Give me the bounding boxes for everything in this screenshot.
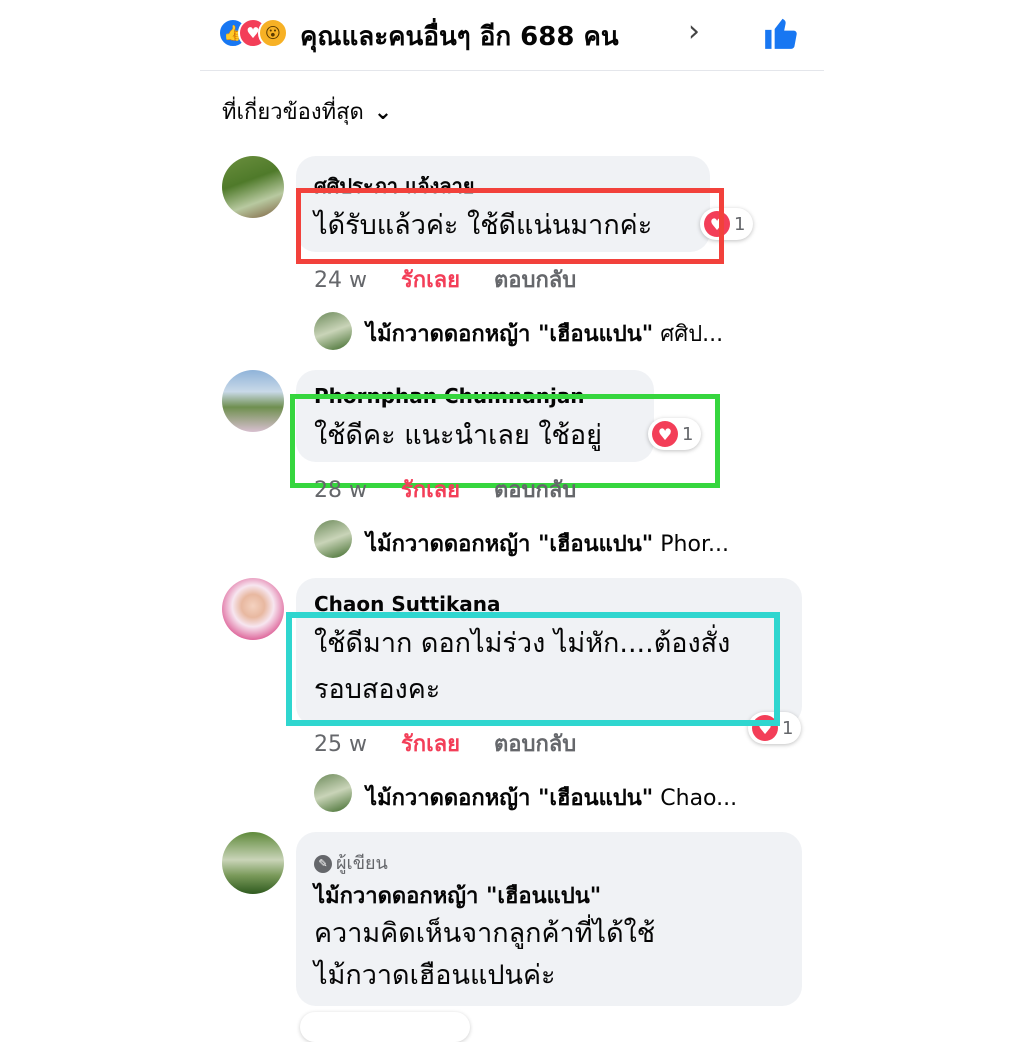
comment-actions: 25 w รักเลย ตอบกลับ bbox=[314, 726, 610, 761]
comment-text: ความคิดเห็นจากลูกค้าที่ได้ใช้ bbox=[314, 918, 656, 949]
avatar[interactable] bbox=[222, 578, 284, 640]
reply-preview[interactable]: ไม้กวาดดอกหญ้า "เฮือนแปน" Phor... bbox=[366, 526, 729, 561]
comments-panel: 👍 ♥ 😮 คุณและคนอื่นๆ อีก 688 คน › ที่เกี่… bbox=[200, 0, 824, 1042]
wow-icon: 😮 bbox=[258, 18, 288, 48]
comment-bubble: ✎ ผู้เขียน ไม้กวาดดอกหญ้า "เฮือนแปน" ความ… bbox=[296, 832, 802, 1006]
comment-text: ไม้กวาดเฮือนแปนค่ะ bbox=[314, 960, 556, 991]
reply-snippet: ศศิป... bbox=[653, 322, 724, 347]
reply-avatar[interactable] bbox=[314, 774, 352, 812]
avatar[interactable] bbox=[222, 832, 284, 894]
reply-author: ไม้กวาดดอกหญ้า "เฮือนแปน" bbox=[366, 532, 654, 557]
reply-button[interactable]: ตอบกลับ bbox=[494, 472, 576, 507]
chevron-down-icon: ⌄ bbox=[373, 100, 393, 125]
reply-preview[interactable]: ไม้กวาดดอกหญ้า "เฮือนแปน" Chao... bbox=[366, 780, 737, 815]
comment-actions: 24 w รักเลย ตอบกลับ bbox=[314, 262, 610, 297]
comment-actions: 28 w รักเลย ตอบกลับ bbox=[314, 472, 610, 507]
comment-time: 28 w bbox=[314, 478, 367, 503]
reactions-header[interactable]: 👍 ♥ 😮 คุณและคนอื่นๆ อีก 688 คน › bbox=[200, 0, 824, 71]
highlight-box-cyan bbox=[286, 612, 780, 726]
thumbs-up-icon[interactable] bbox=[762, 14, 800, 52]
love-button[interactable]: รักเลย bbox=[401, 726, 460, 761]
love-button[interactable]: รักเลย bbox=[401, 262, 460, 297]
author-badge-label: ผู้เขียน bbox=[336, 853, 388, 874]
reaction-count: 1 bbox=[734, 213, 746, 235]
avatar[interactable] bbox=[222, 156, 284, 218]
comment-time: 24 w bbox=[314, 268, 367, 293]
pencil-icon: ✎ bbox=[314, 855, 332, 873]
reaction-count-badge[interactable] bbox=[300, 1012, 470, 1042]
comment-time: 25 w bbox=[314, 732, 367, 757]
reply-button[interactable]: ตอบกลับ bbox=[494, 726, 576, 761]
reply-button[interactable]: ตอบกลับ bbox=[494, 262, 576, 297]
reaction-count: 1 bbox=[782, 717, 794, 739]
sort-dropdown[interactable]: ที่เกี่ยวข้องที่สุด ⌄ bbox=[222, 94, 392, 129]
reaction-icons: 👍 ♥ 😮 bbox=[218, 18, 298, 48]
comment-author[interactable]: ไม้กวาดดอกหญ้า "เฮือนแปน" bbox=[314, 878, 601, 913]
reply-snippet: Chao... bbox=[653, 786, 738, 811]
reply-author: ไม้กวาดดอกหญ้า "เฮือนแปน" bbox=[366, 322, 654, 347]
author-badge: ✎ ผู้เขียน bbox=[314, 848, 388, 877]
reply-author: ไม้กวาดดอกหญ้า "เฮือนแปน" bbox=[366, 786, 654, 811]
sort-label: ที่เกี่ยวข้องที่สุด bbox=[222, 100, 364, 125]
avatar[interactable] bbox=[222, 370, 284, 432]
love-button[interactable]: รักเลย bbox=[401, 472, 460, 507]
reply-snippet: Phor... bbox=[653, 532, 729, 557]
reaction-summary[interactable]: คุณและคนอื่นๆ อีก 688 คน bbox=[300, 16, 619, 57]
reply-preview[interactable]: ไม้กวาดดอกหญ้า "เฮือนแปน" ศศิป... bbox=[366, 316, 723, 351]
chevron-right-icon[interactable]: › bbox=[688, 14, 700, 49]
reply-avatar[interactable] bbox=[314, 312, 352, 350]
highlight-box-red bbox=[296, 188, 724, 264]
reply-avatar[interactable] bbox=[314, 520, 352, 558]
